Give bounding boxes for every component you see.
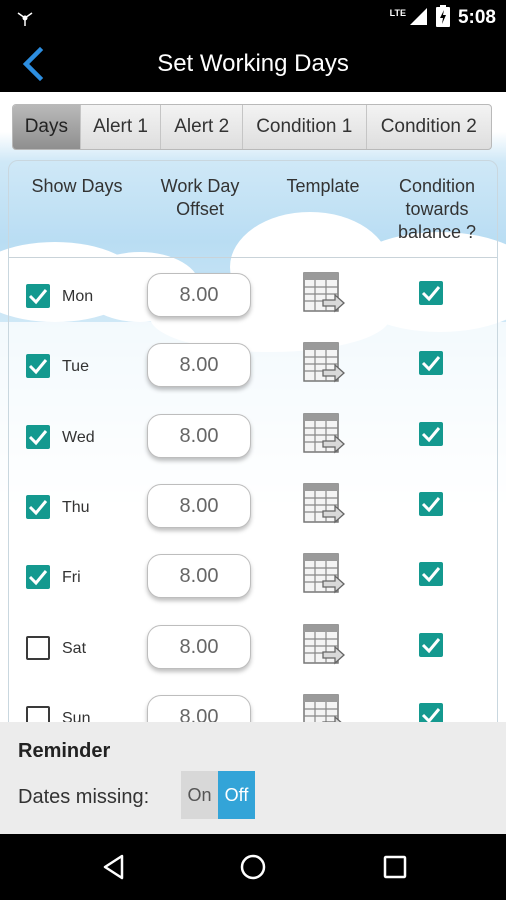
- condition-checkbox[interactable]: [419, 492, 443, 516]
- dates-missing-label: Dates missing:: [18, 786, 150, 808]
- day-row: Mon 8.00: [9, 260, 497, 330]
- page-title: Set Working Days: [157, 50, 349, 77]
- day-label: Sat: [62, 640, 87, 657]
- header-show-days: Show Days: [31, 176, 123, 196]
- status-bar: LTE 5:08: [0, 0, 506, 36]
- work-day-offset-field[interactable]: 8.00: [147, 695, 251, 722]
- content-area: Days Alert 1 Alert 2 Condition 1 Conditi…: [0, 92, 506, 722]
- days-panel: Show Days Work Day Offset Template Condit…: [8, 160, 498, 722]
- status-time: 5:08: [457, 7, 496, 28]
- navigation-bar: [0, 834, 506, 900]
- day-label: Mon: [62, 288, 94, 305]
- template-table-icon[interactable]: [301, 270, 347, 316]
- show-day-checkbox[interactable]: [26, 495, 50, 519]
- reminder-section: Reminder Dates missing: On Off: [0, 722, 506, 834]
- work-day-offset-field[interactable]: 8.00: [147, 273, 251, 317]
- notification-icon: [14, 9, 36, 27]
- work-day-offset-field[interactable]: 8.00: [147, 484, 251, 528]
- condition-checkbox[interactable]: [419, 422, 443, 446]
- show-day-checkbox[interactable]: [26, 354, 50, 378]
- day-row: Sat 8.00: [9, 612, 497, 682]
- work-day-offset-field[interactable]: 8.00: [147, 414, 251, 458]
- action-bar: Set Working Days: [0, 36, 506, 92]
- day-label: Fri: [62, 569, 81, 586]
- show-day-checkbox[interactable]: [26, 425, 50, 449]
- column-headers: Show Days Work Day Offset Template Condit…: [9, 161, 497, 259]
- condition-checkbox[interactable]: [419, 281, 443, 305]
- reminder-title: Reminder: [18, 740, 111, 762]
- show-day-checkbox[interactable]: [26, 284, 50, 308]
- toggle-on-option[interactable]: On: [181, 771, 218, 819]
- day-row: Fri 8.00: [9, 541, 497, 611]
- tab-days[interactable]: Days: [13, 105, 81, 149]
- condition-checkbox[interactable]: [419, 703, 443, 722]
- nav-recents-icon[interactable]: [380, 852, 410, 882]
- header-divider: [9, 257, 497, 258]
- network-type: LTE: [389, 8, 406, 18]
- tab-alert-1[interactable]: Alert 1: [81, 105, 162, 149]
- show-day-checkbox[interactable]: [26, 565, 50, 589]
- template-table-icon[interactable]: [301, 411, 347, 457]
- template-table-icon[interactable]: [301, 340, 347, 386]
- tab-bar: Days Alert 1 Alert 2 Condition 1 Conditi…: [12, 104, 492, 150]
- condition-checkbox[interactable]: [419, 351, 443, 375]
- show-day-checkbox[interactable]: [26, 706, 50, 722]
- tab-condition-1[interactable]: Condition 1: [243, 105, 367, 149]
- day-row: Sun 8.00: [9, 682, 497, 722]
- signal-icon: [408, 6, 428, 31]
- condition-checkbox[interactable]: [419, 562, 443, 586]
- nav-home-icon[interactable]: [238, 852, 268, 882]
- nav-back-icon[interactable]: [99, 852, 129, 882]
- work-day-offset-field[interactable]: 8.00: [147, 554, 251, 598]
- header-condition: Condition towards balance ?: [397, 176, 477, 242]
- work-day-offset-field[interactable]: 8.00: [147, 625, 251, 669]
- tab-alert-2[interactable]: Alert 2: [161, 105, 244, 149]
- show-day-checkbox[interactable]: [26, 636, 50, 660]
- battery-charging-icon: [435, 4, 450, 32]
- header-work-day-offset: Work Day Offset: [160, 176, 240, 219]
- dates-missing-toggle[interactable]: On Off: [181, 771, 255, 819]
- template-table-icon[interactable]: [301, 622, 347, 668]
- day-row: Wed 8.00: [9, 401, 497, 471]
- tab-condition-2[interactable]: Condition 2: [367, 105, 491, 149]
- day-row: Thu 8.00: [9, 471, 497, 541]
- day-label: Sun: [62, 710, 91, 722]
- toggle-off-option[interactable]: Off: [218, 771, 255, 819]
- day-label: Thu: [62, 499, 90, 516]
- work-day-offset-field[interactable]: 8.00: [147, 343, 251, 387]
- condition-checkbox[interactable]: [419, 633, 443, 657]
- header-template: Template: [286, 176, 360, 196]
- template-table-icon[interactable]: [301, 481, 347, 527]
- template-table-icon[interactable]: [301, 551, 347, 597]
- day-row: Tue 8.00: [9, 330, 497, 400]
- day-label: Tue: [62, 358, 89, 375]
- day-label: Wed: [62, 429, 95, 446]
- template-table-icon[interactable]: [301, 692, 347, 722]
